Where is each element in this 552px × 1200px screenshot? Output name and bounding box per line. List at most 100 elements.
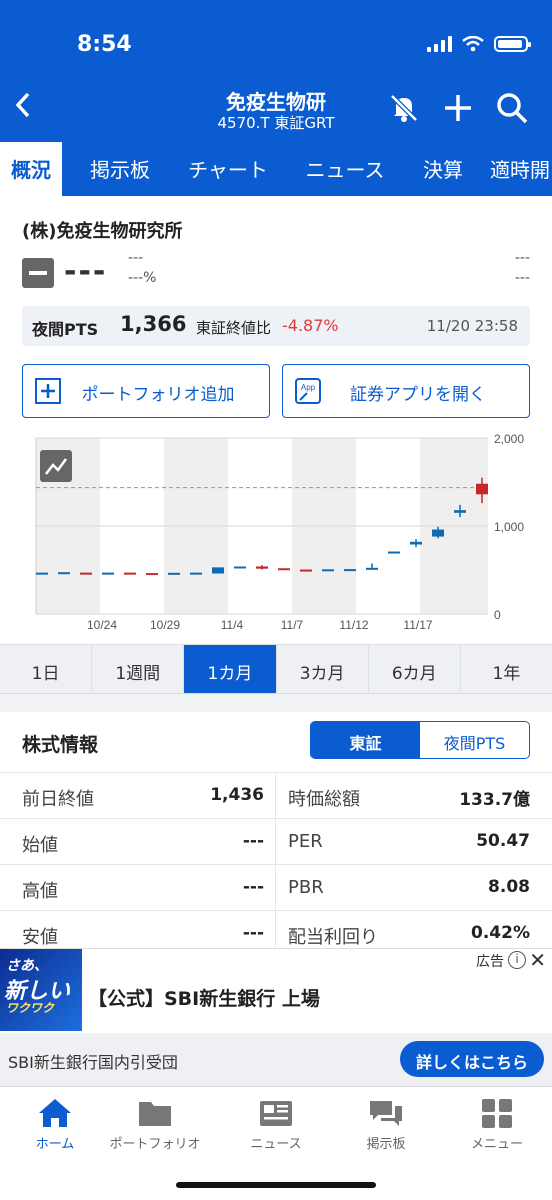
company-name: (株)免疫生物研究所 [22, 221, 183, 242]
price-change: --- [128, 250, 144, 266]
ad-thumb-text: ワクワク [6, 1001, 55, 1015]
tab-bar-top: 概況 掲示板 チャート ニュース 決算 適時開 [0, 142, 552, 196]
candle [278, 568, 290, 571]
candle [410, 541, 422, 545]
toggle-night-pts[interactable]: 夜間PTS [420, 722, 529, 758]
candle [344, 569, 356, 572]
info-value: 133.7億 [459, 790, 530, 810]
ad-label: 広告 [476, 954, 504, 970]
candle [322, 569, 334, 572]
overview-panel: (株)免疫生物研究所 --- --- ---% --- --- 夜間PTS 1,… [0, 196, 552, 644]
range-1d[interactable]: 1日 [0, 645, 93, 693]
candle [476, 483, 488, 495]
info-value: 0.42% [471, 923, 530, 943]
minus-icon [22, 258, 54, 288]
info-row: 始値 --- PER 50.47 [0, 818, 552, 864]
y-tick-label: 1,000 [494, 520, 524, 534]
range-3m[interactable]: 3カ月 [277, 645, 369, 693]
open-app-button[interactable]: App 証券アプリを開く [282, 364, 530, 418]
tab-news[interactable]: ニュース [278, 142, 412, 196]
tab-home[interactable]: ホーム [0, 1097, 110, 1152]
x-tick-label: 11/4 [221, 618, 244, 632]
signal-icon [427, 36, 452, 52]
open-app-label: 証券アプリを開く [350, 385, 486, 405]
ad-cta-button[interactable]: 詳しくはこちら [400, 1041, 544, 1077]
candle [212, 567, 224, 574]
info-label: 安値 [22, 927, 58, 948]
tab-menu[interactable]: メニュー [442, 1097, 552, 1152]
status-icons [427, 36, 531, 52]
toggle-tse[interactable]: 東証 [311, 722, 420, 758]
x-tick-label: 10/29 [150, 618, 180, 632]
tab-menu-label: メニュー [470, 1137, 523, 1152]
tab-portfolio[interactable]: ポートフォリオ [100, 1097, 210, 1152]
range-1w[interactable]: 1週間 [92, 645, 185, 693]
tab-disclosure[interactable]: 適時開 [474, 142, 552, 196]
candle [36, 572, 48, 575]
tab-board[interactable]: 掲示板 [62, 142, 178, 196]
info-value: 1,436 [210, 785, 264, 805]
info-label: 始値 [22, 835, 58, 856]
chart-type-icon [40, 450, 72, 482]
tab-earnings[interactable]: 決算 [412, 142, 474, 196]
candle [80, 572, 92, 575]
candle [388, 551, 400, 554]
x-tick-label: 10/24 [87, 618, 117, 632]
tab-portfolio-label: ポートフォリオ [109, 1137, 201, 1152]
info-value: --- [242, 923, 264, 943]
info-value: --- [242, 831, 264, 851]
candle [58, 572, 70, 575]
home-icon [39, 1099, 71, 1127]
search-icon[interactable] [494, 90, 530, 126]
ad-thumbnail[interactable]: さあ、 新しい ワクワク [0, 949, 82, 1031]
price-chart[interactable]: 2,000 1,000 0 10/24 10/29 11/4 11/7 11/12 11/17 [0, 432, 552, 644]
price-change-pct: ---% [128, 270, 157, 286]
info-label: 時価総額 [288, 789, 360, 810]
candle [146, 573, 158, 576]
candle [168, 572, 180, 575]
info-label: 前日終値 [22, 789, 94, 810]
ad-thumb-text: さあ、 [6, 958, 48, 974]
home-indicator [176, 1182, 376, 1188]
range-6m[interactable]: 6カ月 [369, 645, 461, 693]
ad-banner[interactable]: さあ、 新しい ワクワク 【公式】SBI新生銀行 上場 広告 i ✕ SBI新生… [0, 948, 552, 1088]
pts-change: -4.87% [282, 316, 339, 335]
add-icon[interactable] [440, 90, 476, 126]
chat-bubbles-icon [370, 1101, 402, 1126]
info-row: 高値 --- PBR 8.08 [0, 864, 552, 910]
info-value: 8.08 [488, 877, 530, 897]
add-portfolio-button[interactable]: ポートフォリオ追加 [22, 364, 270, 418]
candle [366, 567, 378, 570]
add-portfolio-label: ポートフォリオ追加 [81, 385, 235, 405]
folder-icon [139, 1102, 171, 1126]
tab-home-label: ホーム [35, 1137, 75, 1152]
price-row: --- --- ---% --- --- [22, 250, 530, 296]
ad-info-icon[interactable]: i [508, 951, 526, 969]
night-pts-box: 夜間PTS 1,366 東証終値比 -4.87% 11/20 23:58 [22, 306, 530, 346]
status-bar: 8:54 [0, 0, 552, 92]
candle [256, 566, 268, 569]
ad-close-icon[interactable]: ✕ [529, 948, 546, 972]
newspaper-icon [260, 1101, 292, 1126]
pts-value: 1,366 [120, 312, 187, 336]
range-1m[interactable]: 1カ月 [184, 645, 277, 693]
tab-news-label: ニュース [250, 1137, 302, 1152]
info-value: 50.47 [476, 831, 530, 851]
tab-overview[interactable]: 概況 [0, 142, 62, 196]
candle [102, 572, 114, 575]
y-tick-label: 2,000 [494, 434, 524, 446]
tab-board-label: 掲示板 [366, 1137, 406, 1152]
market-toggle: 東証 夜間PTS [310, 721, 530, 759]
info-value: --- [242, 877, 264, 897]
bell-off-icon[interactable] [386, 90, 422, 126]
stock-info-section: 株式情報 東証 夜間PTS 前日終値 1,436 時価総額 133.7億 始値 … [0, 712, 552, 950]
tab-news-bottom[interactable]: ニュース [221, 1097, 331, 1152]
range-1y[interactable]: 1年 [461, 645, 552, 693]
tab-chart[interactable]: チャート [178, 142, 278, 196]
wifi-icon [462, 36, 484, 52]
current-price: --- [64, 254, 108, 289]
tab-board-bottom[interactable]: 掲示板 [331, 1097, 441, 1152]
info-row: 前日終値 1,436 時価総額 133.7億 [0, 772, 552, 818]
ad-title[interactable]: 【公式】SBI新生銀行 上場 [88, 984, 320, 1011]
column-divider [275, 772, 276, 950]
